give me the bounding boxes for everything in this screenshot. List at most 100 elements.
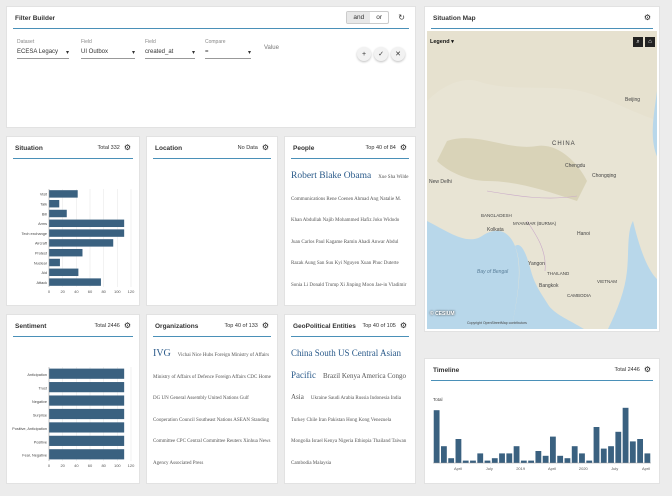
people-header: People Top 40 of 84 ⚙ bbox=[285, 137, 415, 159]
bar bbox=[49, 278, 101, 286]
bar bbox=[462, 460, 469, 463]
situation-map-title: Situation Map bbox=[433, 14, 476, 22]
chevron-down-icon: ▾ bbox=[247, 50, 251, 56]
x-tick-label: 40 bbox=[74, 289, 79, 294]
y-tick-label: Nuclear bbox=[34, 261, 48, 265]
location-title: Location bbox=[155, 144, 183, 152]
y-tick-label: Protest bbox=[35, 251, 48, 255]
bar bbox=[49, 209, 67, 218]
bar bbox=[455, 439, 462, 463]
field-select-2[interactable]: Field created_at ▾ bbox=[145, 39, 195, 59]
gear-icon[interactable]: ⚙ bbox=[124, 322, 131, 330]
y-tick-label: Positive bbox=[34, 440, 47, 444]
timeline-total: Total 2446 bbox=[614, 367, 640, 373]
bar bbox=[484, 460, 491, 463]
organizations-header: Organizations Top 40 of 133 ⚙ bbox=[147, 315, 277, 337]
chevron-down-icon: ▾ bbox=[65, 50, 69, 56]
geopolitical-header: GeoPolitical Entities Top 40 of 105 ⚙ bbox=[285, 315, 415, 337]
bar bbox=[557, 455, 564, 463]
x-tick-label: April bbox=[642, 466, 650, 471]
bar bbox=[477, 453, 484, 463]
x-tick-label: April bbox=[548, 466, 556, 471]
gear-icon[interactable]: ⚙ bbox=[400, 144, 407, 152]
x-tick-label: 80 bbox=[101, 289, 106, 294]
location-header: Location No Data ⚙ bbox=[147, 137, 277, 159]
location-panel: Location No Data ⚙ bbox=[146, 136, 278, 306]
people-word-cloud: Robert Blake Obama Xue Sha Wilde Communi… bbox=[285, 159, 415, 305]
x-tick-label: 40 bbox=[74, 463, 79, 468]
word-cloud-term[interactable]: Ukraine Saudi Arabia Russia Indonesia In… bbox=[291, 396, 406, 466]
gear-icon[interactable]: ⚙ bbox=[124, 144, 131, 152]
map-legend-toggle[interactable]: Legend ▾ bbox=[430, 39, 454, 45]
organizations-panel: Organizations Top 40 of 133 ⚙ IVG Vichai … bbox=[146, 314, 278, 484]
value-input[interactable]: Value bbox=[264, 45, 304, 51]
bar bbox=[440, 446, 447, 463]
or-button[interactable]: or bbox=[370, 12, 388, 23]
and-button[interactable]: and bbox=[347, 12, 371, 23]
situation-map-header: Situation Map ⚙ bbox=[425, 7, 659, 29]
gear-icon[interactable]: ⚙ bbox=[644, 14, 651, 22]
x-tick-label: 100 bbox=[114, 289, 121, 294]
y-tick-label: Bill bbox=[42, 212, 47, 216]
bar bbox=[49, 435, 125, 446]
y-tick-label: Aid bbox=[42, 271, 48, 275]
and-or-toggle[interactable]: and or bbox=[346, 11, 389, 24]
bar bbox=[629, 441, 636, 463]
organizations-title: Organizations bbox=[155, 322, 199, 330]
geopolitical-title: GeoPolitical Entities bbox=[293, 322, 356, 330]
bar bbox=[571, 446, 578, 463]
add-filter-button[interactable]: + bbox=[357, 47, 371, 61]
bar bbox=[448, 458, 455, 463]
word-cloud-term[interactable]: Vichai Nice Hubs Foreign Ministry of Aff… bbox=[153, 353, 271, 466]
bar bbox=[564, 458, 571, 463]
x-tick-label: 0 bbox=[48, 289, 51, 294]
map-view[interactable]: Legend ▾ ⌕ ⌂ CHINA Beijing New Delhi Che… bbox=[427, 31, 657, 329]
word-cloud-term[interactable]: IVG bbox=[153, 348, 171, 359]
situation-title: Situation bbox=[15, 144, 43, 152]
x-tick-label: 2019 bbox=[516, 466, 526, 471]
dataset-field[interactable]: Dataset ECESA Legacy ▾ bbox=[17, 39, 69, 59]
refresh-icon[interactable]: ↻ bbox=[398, 13, 405, 22]
bar bbox=[49, 268, 79, 277]
bar bbox=[513, 446, 520, 463]
sentiment-bar-chart: 0 20 40 60 80 100 120 Anticipation Trust Negative… bbox=[12, 367, 135, 468]
word-cloud-term[interactable]: Xue Sha Wilde Communications Rene Coenen… bbox=[291, 175, 408, 305]
home-icon[interactable]: ⌂ bbox=[645, 37, 655, 47]
bar bbox=[49, 248, 83, 257]
bar bbox=[622, 407, 629, 463]
gear-icon[interactable]: ⚙ bbox=[262, 144, 269, 152]
word-cloud-term[interactable]: Robert Blake Obama bbox=[291, 171, 371, 181]
x-tick-label: 100 bbox=[114, 463, 121, 468]
filter-builder-panel: Filter Builder and or ↻ Dataset ECESA Le… bbox=[6, 6, 416, 128]
x-tick-label: 20 bbox=[60, 463, 65, 468]
bar bbox=[528, 460, 535, 463]
clear-filter-button[interactable]: ✕ bbox=[391, 47, 405, 61]
bar bbox=[644, 453, 651, 463]
bar bbox=[49, 219, 125, 228]
x-tick-label: 120 bbox=[128, 289, 135, 294]
bar bbox=[49, 449, 125, 460]
bar bbox=[49, 408, 125, 420]
compare-select[interactable]: Compare = ▾ bbox=[205, 39, 251, 59]
gear-icon[interactable]: ⚙ bbox=[644, 366, 651, 374]
bar bbox=[615, 431, 622, 463]
location-total: No Data bbox=[237, 145, 258, 151]
sentiment-header: Sentiment Total 2446 ⚙ bbox=[7, 315, 139, 337]
bar bbox=[49, 239, 114, 247]
field-select-1[interactable]: Field UI Outbox ▾ bbox=[81, 39, 135, 59]
y-tick-label: Negative bbox=[32, 400, 47, 404]
geopolitical-total: Top 40 of 105 bbox=[362, 323, 396, 329]
search-icon[interactable]: ⌕ bbox=[633, 37, 643, 47]
y-tick-label: Trust bbox=[38, 387, 47, 391]
gear-icon[interactable]: ⚙ bbox=[400, 322, 407, 330]
x-tick-label: 80 bbox=[101, 463, 106, 468]
apply-filter-button[interactable]: ✓ bbox=[374, 47, 388, 61]
bar bbox=[433, 410, 440, 463]
gear-icon[interactable]: ⚙ bbox=[262, 322, 269, 330]
situation-panel: Situation Total 332 ⚙ 0 20 40 60 80 100 120 Visi… bbox=[6, 136, 140, 306]
x-tick-label: 60 bbox=[88, 463, 93, 468]
x-tick-label: 2020 bbox=[579, 466, 589, 471]
y-tick-label: Talk bbox=[40, 202, 47, 206]
bar bbox=[586, 460, 593, 463]
bar bbox=[491, 458, 498, 463]
